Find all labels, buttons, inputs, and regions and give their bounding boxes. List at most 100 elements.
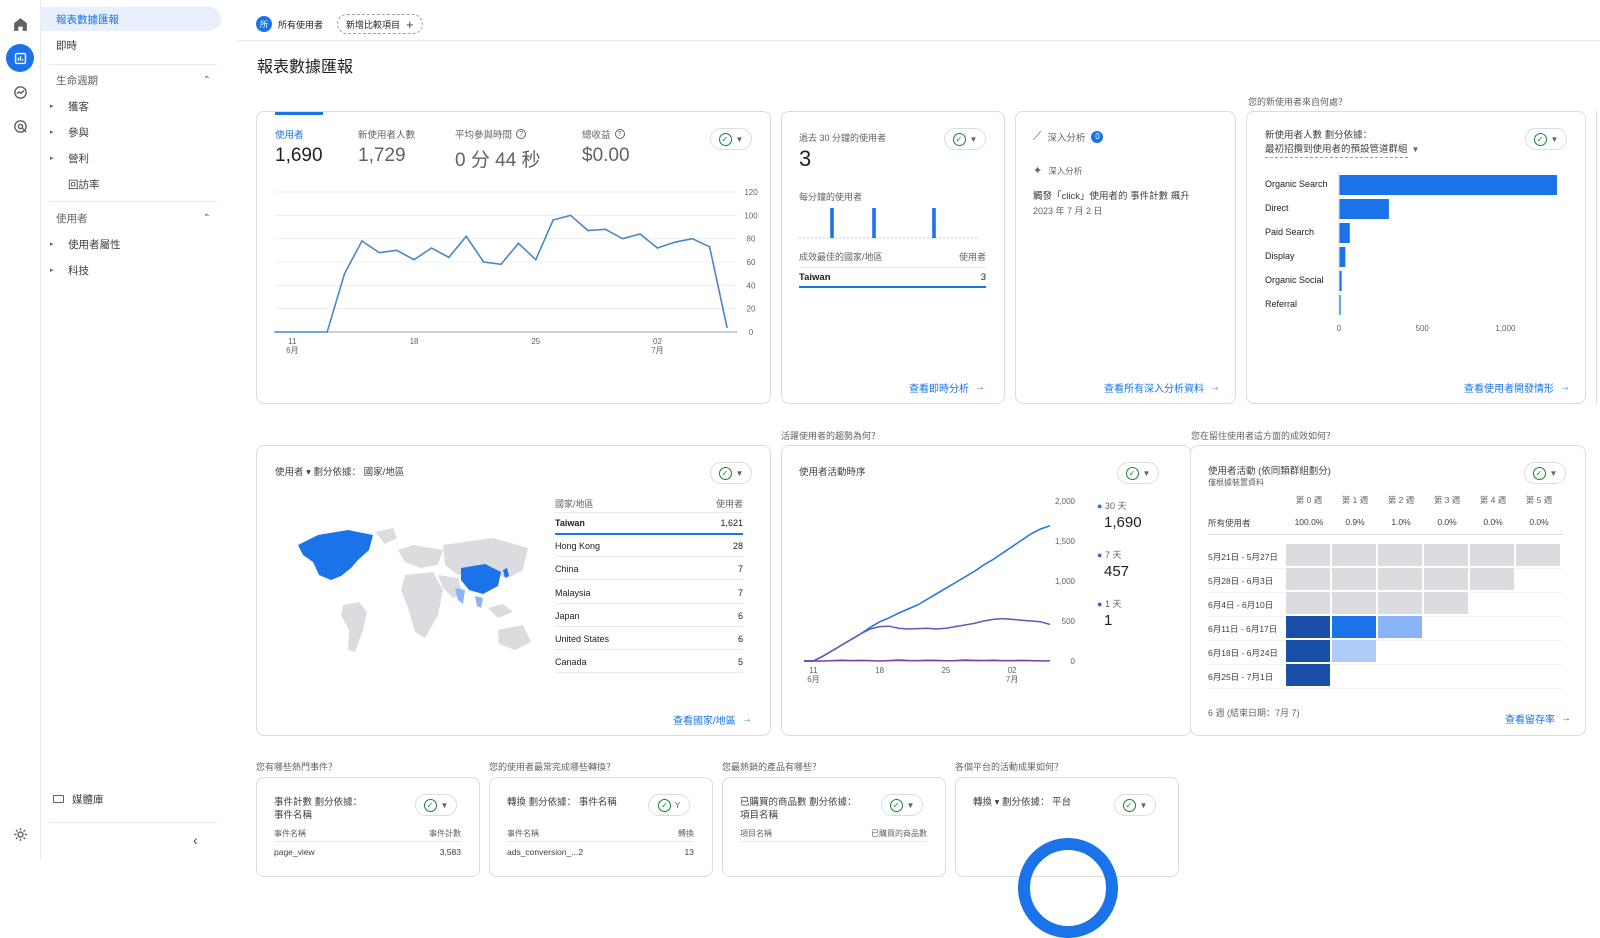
nav-item-user-attributes[interactable]: ▸ 使用者屬性 — [41, 232, 121, 256]
help-icon[interactable]: ? — [614, 129, 625, 139]
plus-icon: + — [406, 16, 414, 32]
cohort-cell[interactable] — [1286, 544, 1330, 566]
card-options-button[interactable]: ✓ ▼ — [944, 128, 986, 150]
cohort-cell[interactable] — [1332, 568, 1376, 590]
cohort-cell[interactable] — [1286, 664, 1330, 686]
card-options-button[interactable]: ✓ ▼ — [1525, 128, 1567, 150]
cohort-cell[interactable] — [1286, 592, 1330, 614]
metric-users[interactable]: 使用者 1,690 — [275, 127, 323, 167]
card-title[interactable]: 新使用者人數 劃分依據： 最初招攬到使用者的預設管道群組 ▼ — [1265, 129, 1419, 158]
geo-table-row[interactable]: Taiwan 1,621 — [555, 518, 743, 535]
nav-item-overview[interactable]: 報表數據匯報 — [41, 7, 221, 31]
view-retention-link[interactable]: 查看留存率 → — [1505, 711, 1571, 726]
divider — [49, 201, 217, 202]
cohort-cell[interactable] — [1286, 568, 1330, 590]
add-comparison-button[interactable]: 新增比較項目 + — [337, 14, 423, 34]
cohort-cell[interactable] — [1332, 544, 1376, 566]
help-icon[interactable]: ? — [516, 129, 527, 139]
value-cell: 28 — [732, 541, 743, 552]
insights-card: ⟋ 深入分析 0 ✦ 深入分析 觸發「click」使用者的 事件計數 飆升 20… — [1015, 111, 1236, 404]
card-title[interactable]: 事件計數 劃分依據： 事件名稱 — [274, 796, 362, 822]
table-row[interactable]: page_view 3,583 — [274, 847, 461, 857]
cohort-cell[interactable] — [1424, 592, 1468, 614]
metric-engagement-time[interactable]: 平均參與時間? 0 分 44 秒 — [455, 127, 541, 172]
view-acquisition-link[interactable]: 查看使用者開發情形 → — [1464, 380, 1570, 395]
cohort-cell[interactable] — [1286, 616, 1330, 638]
cohort-cell[interactable] — [1424, 568, 1468, 590]
card-title[interactable]: 轉換 劃分依據： 事件名稱 — [507, 796, 617, 809]
overview-card: 使用者 1,690 新使用者人數 1,729 平均參與時間? 0 分 44 秒 … — [256, 111, 771, 404]
cohort-cell[interactable] — [1378, 616, 1422, 638]
view-all-insights-link[interactable]: 查看所有深入分析資料 → — [1104, 380, 1220, 395]
week-header: 第 5 週 — [1525, 495, 1553, 505]
nav-item-realtime[interactable]: 即時 — [41, 33, 77, 57]
table-row[interactable]: ads_conversion_...2 13 — [507, 847, 694, 857]
section-question: 您最熱銷的產品有哪些？ — [722, 762, 822, 772]
card-options-button[interactable]: ✓ ▼ — [1524, 462, 1566, 484]
metric-label: 平均參與時間 — [455, 130, 513, 141]
nav-item-retention[interactable]: 回訪率 — [41, 172, 100, 196]
card-title[interactable]: 轉換 ▾ 劃分依據： 平台 — [973, 796, 1071, 809]
title-line: 轉換 ▾ 劃分依據： 平台 — [973, 797, 1072, 808]
x-tick-label: 25 — [941, 666, 950, 675]
cohort-cell[interactable] — [1332, 616, 1376, 638]
home-icon[interactable] — [6, 10, 34, 38]
bar — [1339, 175, 1557, 195]
week-header: 第 4 週 — [1479, 495, 1507, 505]
cohort-cell[interactable] — [1332, 592, 1376, 614]
card-options-button[interactable]: ✓ ▼ — [1117, 462, 1159, 484]
nav-item-tech[interactable]: ▸ 科技 — [41, 258, 89, 282]
cohort-cell[interactable] — [1286, 640, 1330, 662]
data-point — [621, 237, 624, 240]
data-point — [569, 214, 572, 217]
card-title[interactable]: 使用者 ▾ 劃分依據： 國家/地區 — [275, 464, 404, 478]
insight-text[interactable]: 觸發「click」使用者的 事件計數 飆升 — [1033, 188, 1228, 202]
card-options-button[interactable]: ✓ ▼ — [881, 794, 923, 816]
cohort-cell[interactable] — [1378, 568, 1422, 590]
nav-item-acquisition[interactable]: ▸ 獲客 — [41, 94, 89, 118]
y-tick-label: 80 — [747, 235, 756, 244]
cohort-cell[interactable] — [1470, 568, 1514, 590]
section-user[interactable]: 使用者 ⌃ — [41, 206, 211, 230]
card-options-button[interactable]: ✓ ▼ — [1114, 794, 1156, 816]
section-lifecycle[interactable]: 生命週期 ⌃ — [41, 68, 211, 92]
geo-table-row[interactable]: Japan 6 — [555, 611, 743, 627]
advertising-icon[interactable] — [6, 112, 34, 140]
cohort-cell[interactable] — [1332, 640, 1376, 662]
card-options-button[interactable]: ✓ Y — [648, 794, 690, 816]
y-tick-label: 1,000 — [1055, 577, 1076, 586]
explore-icon[interactable] — [6, 78, 34, 106]
view-realtime-link[interactable]: 查看即時分析 → — [909, 380, 985, 395]
geo-table-row[interactable]: China 7 — [555, 564, 743, 581]
cohort-cell[interactable] — [1470, 544, 1514, 566]
nav-item-engagement[interactable]: ▸ 參與 — [41, 120, 89, 144]
view-countries-link[interactable]: 查看國家/地區 → — [673, 712, 752, 727]
segment-chip[interactable]: 所 所有使用者 — [256, 14, 323, 34]
geo-table-row[interactable]: United States 6 — [555, 634, 743, 650]
card-title[interactable]: 已購買的商品數 劃分依據： 項目名稱 — [740, 796, 857, 822]
topbar-divider — [238, 40, 1600, 41]
nav-item-library[interactable]: 媒體庫 — [41, 787, 104, 811]
card-options-button[interactable]: ✓ ▼ — [415, 794, 457, 816]
geo-table-row[interactable]: Malaysia 7 — [555, 588, 743, 604]
check-circle-icon: ✓ — [1533, 132, 1547, 146]
collapse-nav-icon[interactable]: ‹ — [193, 832, 198, 848]
metric-revenue[interactable]: 總收益? $0.00 — [582, 127, 630, 167]
settings-icon[interactable] — [6, 820, 34, 848]
all-users-value: 0.9% — [1345, 517, 1365, 527]
nav-item-monetization[interactable]: ▸ 營利 — [41, 146, 89, 170]
cohort-cell[interactable] — [1378, 592, 1422, 614]
geo-table-row[interactable]: Canada 5 — [555, 657, 743, 674]
card-options-button[interactable]: ✓ ▼ — [710, 128, 752, 150]
sparkle-icon: ✦ — [1033, 165, 1043, 177]
metric-new-users[interactable]: 新使用者人數 1,729 — [358, 127, 415, 167]
cohort-cell[interactable] — [1424, 544, 1468, 566]
cohort-cell[interactable] — [1378, 544, 1422, 566]
check-circle-icon: ✓ — [1532, 466, 1546, 480]
cohort-cell[interactable] — [1516, 544, 1560, 566]
card-options-button[interactable]: ✓ ▼ — [710, 462, 752, 484]
reports-icon[interactable] — [6, 44, 34, 72]
dropdown-arrow-icon: ▼ — [969, 134, 978, 144]
geo-table-row[interactable]: Hong Kong 28 — [555, 541, 743, 558]
week-header: 第 1 週 — [1341, 495, 1369, 505]
